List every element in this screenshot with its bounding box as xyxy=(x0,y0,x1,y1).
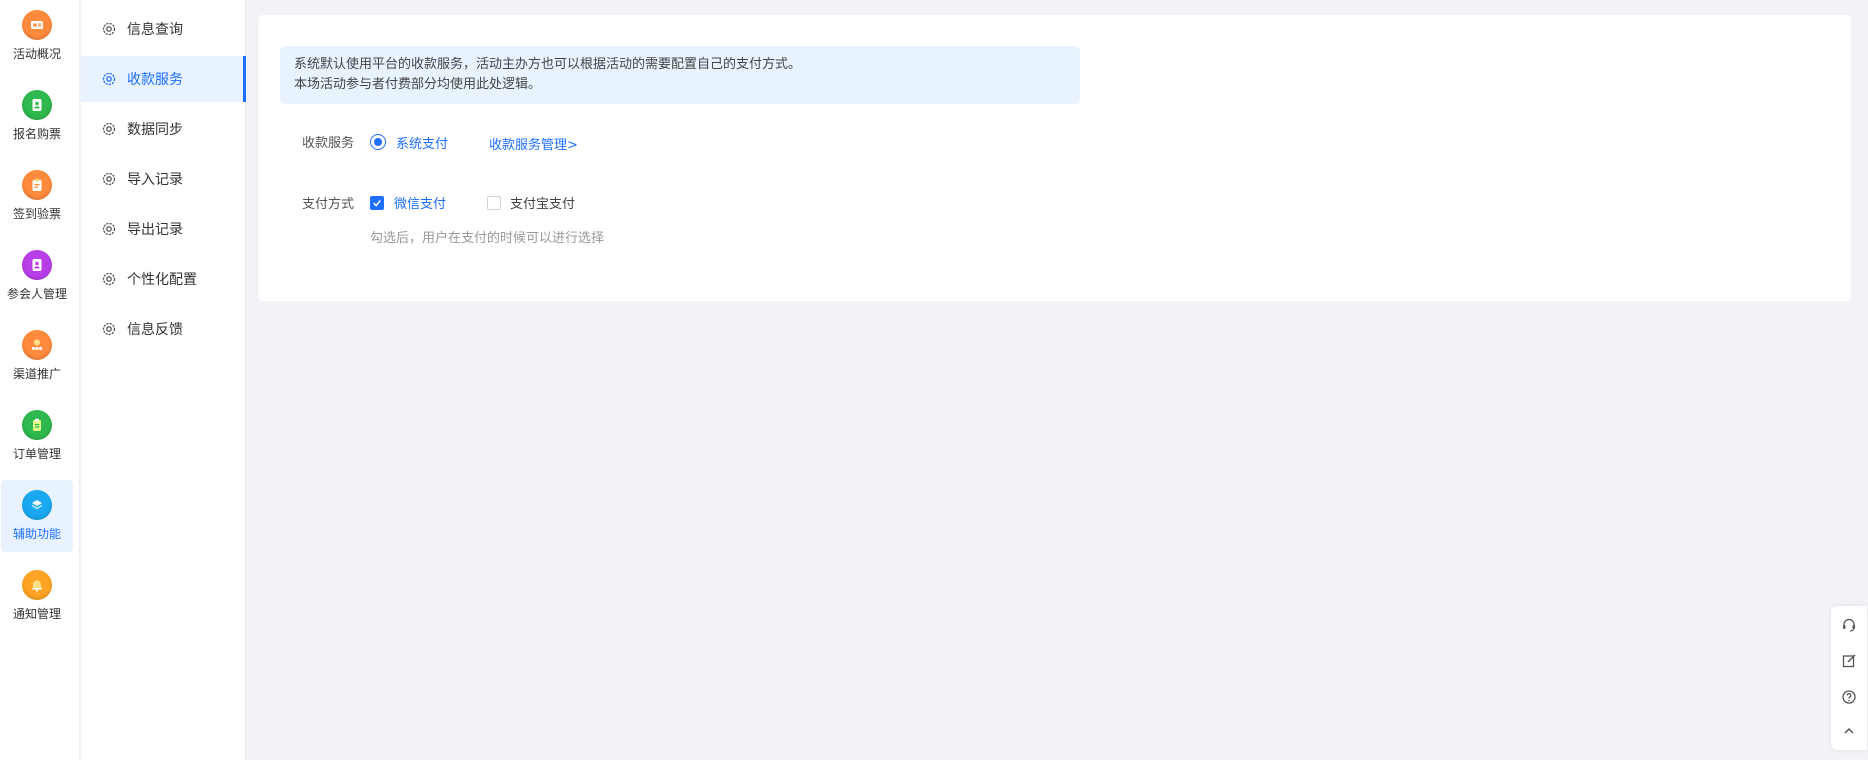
rail-label: 通知管理 xyxy=(12,607,61,621)
checkin-ticket-icon xyxy=(22,170,52,200)
gear-icon xyxy=(102,22,116,36)
rail-item-attendee[interactable]: 参会人管理 xyxy=(1,240,73,312)
alipay-label[interactable]: 支付宝支付 xyxy=(510,193,575,212)
sub-item-label: 收款服务 xyxy=(127,72,183,88)
payment-method-label: 支付方式 xyxy=(302,197,355,212)
sub-item-feedback[interactable]: 信息反馈 xyxy=(81,306,246,352)
rail-label: 辅助功能 xyxy=(12,527,61,541)
sub-item-label: 信息反馈 xyxy=(127,322,183,338)
app-root: 活动概况 报名购票 签到验票 参会人管理 渠道推广 订单管理 辅助功能 通知管理… xyxy=(0,0,1868,760)
sub-item-label: 导入记录 xyxy=(127,172,183,188)
sub-item-personalization[interactable]: 个性化配置 xyxy=(81,256,246,302)
rail-label: 报名购票 xyxy=(12,127,61,141)
edit-button[interactable] xyxy=(1840,652,1858,670)
info-notice: 系统默认使用平台的收款服务，活动主办方也可以根据活动的需要配置自己的支付方式。 … xyxy=(280,46,1080,104)
main-nav-rail: 活动概况 报名购票 签到验票 参会人管理 渠道推广 订单管理 辅助功能 通知管理 xyxy=(0,0,80,760)
sub-item-info-query[interactable]: 信息查询 xyxy=(81,6,246,52)
sub-item-data-sync[interactable]: 数据同步 xyxy=(81,106,246,152)
wechat-pay-label[interactable]: 微信支付 xyxy=(394,193,446,212)
activity-overview-icon xyxy=(22,10,52,40)
rail-label: 签到验票 xyxy=(12,207,61,221)
rail-item-notification[interactable]: 通知管理 xyxy=(1,560,73,632)
payment-service-label: 收款服务 xyxy=(302,136,355,151)
sub-item-label: 导出记录 xyxy=(127,222,183,238)
notification-management-icon xyxy=(22,570,52,600)
rail-label: 参会人管理 xyxy=(6,287,67,301)
rail-item-activity-overview[interactable]: 活动概况 xyxy=(1,0,73,72)
registration-ticket-icon xyxy=(22,90,52,120)
gear-icon xyxy=(102,122,116,136)
sub-item-label: 个性化配置 xyxy=(127,272,197,288)
rail-label: 订单管理 xyxy=(12,447,61,461)
channel-promotion-icon xyxy=(22,330,52,360)
payment-service-manage-link[interactable]: 收款服务管理> xyxy=(489,134,578,153)
rail-item-registration[interactable]: 报名购票 xyxy=(1,80,73,152)
customer-service-button[interactable] xyxy=(1840,616,1858,634)
back-to-top-icon xyxy=(1844,727,1854,734)
wechat-pay-checkbox[interactable] xyxy=(370,196,384,210)
sub-item-payment-service[interactable]: 收款服务 xyxy=(81,56,246,102)
help-icon xyxy=(1842,690,1856,704)
back-to-top-button[interactable] xyxy=(1840,722,1858,740)
attendee-management-icon xyxy=(22,250,52,280)
notice-line-1: 系统默认使用平台的收款服务，活动主办方也可以根据活动的需要配置自己的支付方式。 xyxy=(294,57,802,72)
notice-line-2: 本场活动参与者付费部分均使用此处逻辑。 xyxy=(294,77,542,92)
gear-icon xyxy=(102,172,116,186)
rail-label: 渠道推广 xyxy=(12,367,61,381)
rail-item-channel[interactable]: 渠道推广 xyxy=(1,320,73,392)
rail-item-auxiliary[interactable]: 辅助功能 xyxy=(1,480,73,552)
alipay-checkbox[interactable] xyxy=(487,196,501,210)
sub-item-label: 信息查询 xyxy=(127,22,183,38)
gear-icon xyxy=(102,222,116,236)
order-management-icon xyxy=(22,410,52,440)
sub-menu: 信息查询 收款服务 数据同步 导入记录 导出记录 个性化配置 信息反馈 xyxy=(81,0,246,760)
system-payment-radio[interactable] xyxy=(370,134,386,150)
sub-item-import-records[interactable]: 导入记录 xyxy=(81,156,246,202)
floating-toolbar xyxy=(1831,606,1867,750)
rail-item-checkin[interactable]: 签到验票 xyxy=(1,160,73,232)
gear-icon xyxy=(102,322,116,336)
payment-method-hint: 勾选后，用户在支付的时候可以进行选择 xyxy=(370,231,605,246)
rail-label: 活动概况 xyxy=(12,47,61,61)
gear-icon xyxy=(102,272,116,286)
check-icon xyxy=(373,200,381,207)
payment-settings-panel: 系统默认使用平台的收款服务，活动主办方也可以根据活动的需要配置自己的支付方式。 … xyxy=(259,15,1851,301)
system-payment-label[interactable]: 系统支付 xyxy=(396,133,448,152)
sub-item-export-records[interactable]: 导出记录 xyxy=(81,206,246,252)
gear-icon xyxy=(102,72,116,86)
sub-item-label: 数据同步 xyxy=(127,122,183,138)
rail-item-order[interactable]: 订单管理 xyxy=(1,400,73,472)
auxiliary-function-icon xyxy=(22,490,52,520)
edit-icon xyxy=(1842,654,1856,668)
radio-dot xyxy=(374,138,382,146)
help-button[interactable] xyxy=(1840,688,1858,706)
customer-service-icon xyxy=(1843,618,1855,632)
